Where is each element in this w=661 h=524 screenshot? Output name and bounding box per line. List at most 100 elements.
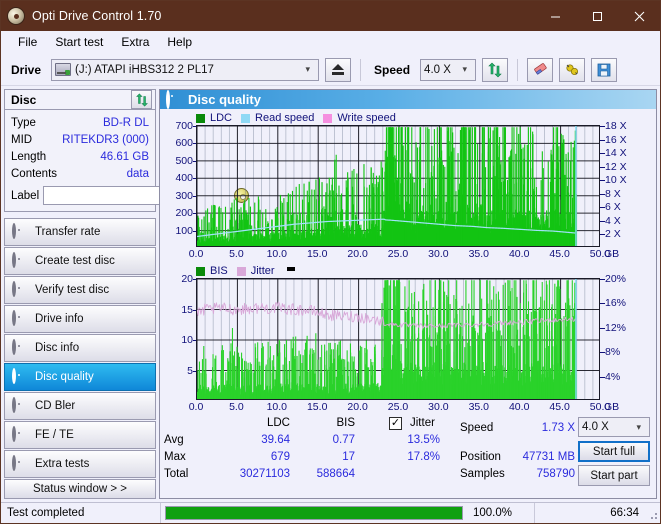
app-window: Opti Drive Control 1.70 File Start test … bbox=[0, 0, 661, 524]
ldc-y2tick: 6 X bbox=[600, 201, 621, 214]
menu-bar: File Start test Extra Help bbox=[1, 31, 660, 54]
disc-key-length: Length bbox=[11, 150, 47, 163]
progress-bar bbox=[165, 506, 463, 520]
ldc-y2tick: 4 X bbox=[600, 214, 621, 227]
sidebar-item-disc-info[interactable]: Disc info bbox=[4, 334, 156, 363]
disc-refresh-button[interactable] bbox=[131, 90, 152, 110]
sidebar-item-create-test-disc[interactable]: Create test disc bbox=[4, 247, 156, 276]
progress-bar-fill bbox=[166, 507, 462, 519]
eject-button[interactable] bbox=[325, 57, 352, 82]
result-speed-value: 4.0 X bbox=[582, 421, 609, 433]
sidebar-label-fe-te: FE / TE bbox=[35, 429, 74, 442]
disc-icon bbox=[12, 280, 27, 298]
start-part-button[interactable]: Start part bbox=[578, 465, 650, 486]
page-title: Disc quality bbox=[188, 92, 261, 107]
bis-xtick: 15.0 bbox=[306, 401, 328, 413]
close-icon[interactable] bbox=[618, 1, 660, 31]
disc-row-mid: MID RITEKDR3 (000) bbox=[11, 131, 149, 148]
disc-icon bbox=[12, 251, 27, 269]
stats-panel: LDC BIS Jitter Avg Max Total 39.64 679 3… bbox=[160, 415, 656, 487]
save-button[interactable] bbox=[591, 57, 618, 82]
drive-icon bbox=[55, 63, 72, 76]
stats-samples-label: Samples bbox=[460, 468, 505, 480]
jitter-checkbox[interactable] bbox=[389, 417, 402, 430]
legend-label-bis: BIS bbox=[210, 265, 228, 277]
eject-icon bbox=[332, 64, 345, 75]
ldc-xtick: 45.0 bbox=[549, 248, 570, 260]
ldc-ytick: 300 bbox=[175, 189, 197, 202]
disc-key-mid: MID bbox=[11, 133, 33, 146]
nav-list: Transfer rate Create test disc Verify te… bbox=[4, 218, 156, 479]
bis-y2tick: 16% bbox=[599, 297, 627, 310]
bis-xtick: 25.0 bbox=[387, 401, 409, 413]
legend-label-ldc: LDC bbox=[210, 112, 233, 124]
ldc-ytick: 500 bbox=[175, 154, 197, 167]
stats-speed-value: 1.73 X bbox=[541, 422, 575, 434]
maximize-icon[interactable] bbox=[576, 1, 618, 31]
bug-button[interactable] bbox=[559, 57, 586, 82]
elapsed-time: 66:34 bbox=[610, 507, 639, 519]
status-window-button[interactable]: Status window > > bbox=[4, 479, 156, 499]
bis-xtick: 5.0 bbox=[229, 401, 244, 413]
bis-plot[interactable] bbox=[196, 278, 600, 400]
legend-swatch-ldc bbox=[196, 113, 205, 123]
sidebar-item-disc-quality[interactable]: Disc quality bbox=[4, 363, 156, 392]
minimize-icon[interactable] bbox=[534, 1, 576, 31]
sidebar-item-extra-tests[interactable]: Extra tests bbox=[4, 450, 156, 479]
menu-item-file[interactable]: File bbox=[9, 33, 46, 51]
sidebar-label-verify-test-disc: Verify test disc bbox=[35, 284, 110, 297]
menu-item-help[interactable]: Help bbox=[158, 33, 201, 51]
stats-jitter-max: 17.8% bbox=[407, 451, 440, 463]
bis-plot-row: 5 10 15 20 4% 8% 12% 16% 20% bbox=[160, 273, 656, 400]
toolbar-separator-1 bbox=[360, 58, 362, 81]
ldc-xtick: 5.0 bbox=[229, 248, 244, 260]
resize-grip-icon[interactable] bbox=[645, 507, 657, 519]
stats-position-value: 47731 MB bbox=[522, 451, 575, 463]
ldc-xtick: 20.0 bbox=[347, 248, 368, 260]
drive-label: Drive bbox=[11, 62, 42, 77]
ldc-ytick: 400 bbox=[175, 172, 197, 185]
ldc-xtick: 25.0 bbox=[387, 248, 409, 260]
ldc-xtick: 40.0 bbox=[508, 248, 530, 260]
result-speed-select[interactable]: 4.0 X ▾ bbox=[578, 417, 650, 437]
sidebar-item-cd-bler[interactable]: CD Bler bbox=[4, 392, 156, 421]
disc-panel-header: Disc bbox=[4, 89, 156, 111]
save-icon bbox=[597, 63, 611, 76]
speed-select[interactable]: 4.0 X ▾ bbox=[420, 58, 477, 81]
ldc-y-axis-left: 100 200 300 400 500 600 700 bbox=[160, 120, 197, 247]
sidebar-item-fe-te[interactable]: FE / TE bbox=[4, 421, 156, 450]
sidebar-item-verify-test-disc[interactable]: Verify test disc bbox=[4, 276, 156, 305]
menu-item-extra[interactable]: Extra bbox=[112, 33, 158, 51]
disc-row-type: Type BD-R DL bbox=[11, 114, 149, 131]
menu-item-start-test[interactable]: Start test bbox=[46, 33, 112, 51]
drive-select[interactable]: (J:) ATAPI iHBS312 2 PL17 ▾ bbox=[51, 58, 320, 81]
bis-y2tick: 12% bbox=[599, 321, 627, 334]
disc-key-type: Type bbox=[11, 116, 36, 129]
panel-header: Disc quality bbox=[160, 90, 656, 109]
bis-xtick: 40.0 bbox=[508, 401, 530, 413]
bis-xtick: 10.0 bbox=[266, 401, 288, 413]
bis-y-axis-left: 5 10 15 20 bbox=[160, 273, 197, 400]
disc-value-length: 46.61 GB bbox=[100, 150, 149, 163]
eraser-icon bbox=[533, 63, 547, 75]
disc-row-length: Length 46.61 GB bbox=[11, 148, 149, 165]
sidebar-item-transfer-rate[interactable]: Transfer rate bbox=[4, 218, 156, 247]
disc-label-text: Label bbox=[11, 189, 40, 202]
stats-bis-avg: 0.77 bbox=[332, 434, 355, 446]
ldc-y2tick: 10 X bbox=[600, 174, 627, 187]
stats-jitter-avg: 13.5% bbox=[407, 434, 440, 446]
disc-panel-title: Disc bbox=[11, 92, 37, 107]
disc-icon bbox=[12, 425, 27, 443]
stats-col-jitter: Jitter bbox=[410, 417, 435, 429]
ldc-plot[interactable] bbox=[196, 125, 600, 247]
bis-ytick: 10 bbox=[181, 334, 197, 346]
sidebar-label-cd-bler: CD Bler bbox=[35, 400, 76, 413]
refresh-button[interactable] bbox=[482, 57, 509, 82]
charts-area: LDC Read speed Write speed 100 200 300 400 5… bbox=[160, 109, 656, 415]
sidebar-item-drive-info[interactable]: Drive info bbox=[4, 305, 156, 334]
start-full-button[interactable]: Start full bbox=[578, 441, 650, 462]
disc-icon bbox=[12, 222, 27, 240]
eraser-button[interactable] bbox=[527, 57, 554, 82]
speed-select-value: 4.0 X bbox=[424, 63, 451, 76]
stats-ldc-max: 679 bbox=[270, 451, 290, 463]
